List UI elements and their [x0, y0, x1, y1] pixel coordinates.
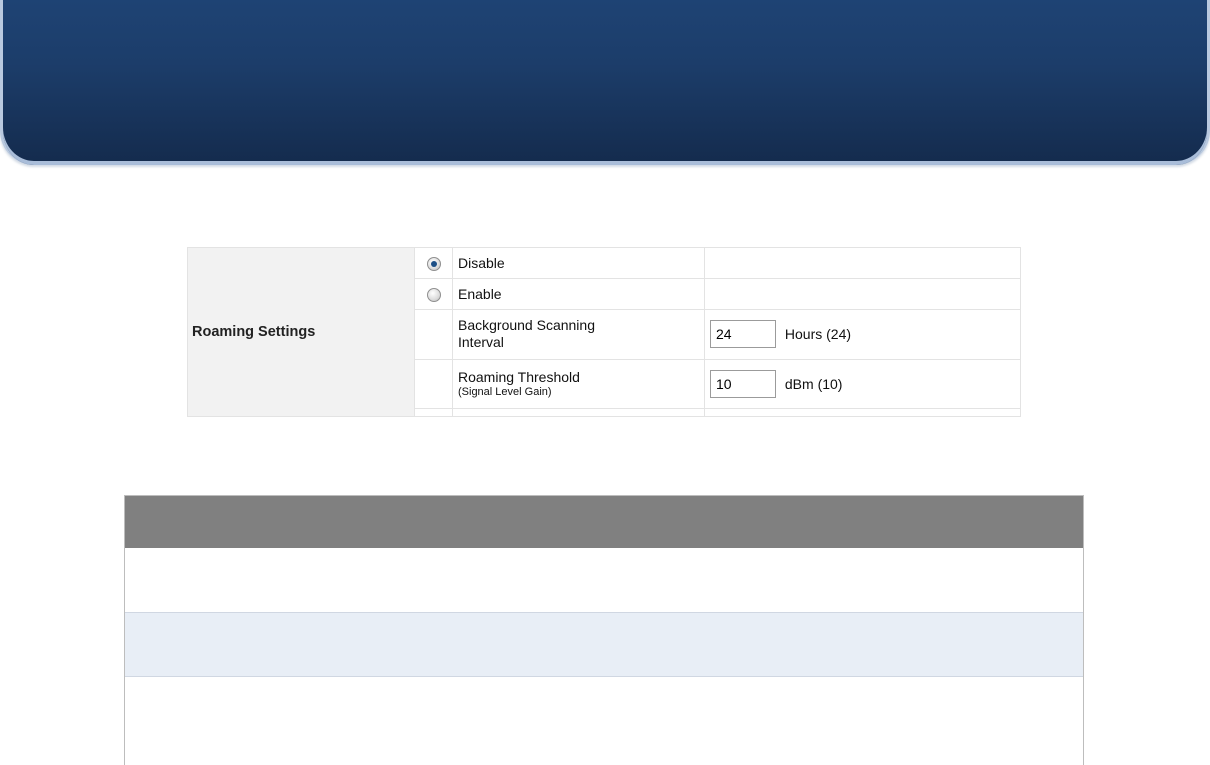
- enable-radio[interactable]: [426, 288, 441, 303]
- scan-interval-unit: Hours (24): [784, 326, 852, 343]
- roaming-settings-table: Roaming Settings Disable Enable Backgrou…: [187, 246, 1021, 418]
- scan-interval-label: Background Scanning Interval: [452, 309, 705, 360]
- table-row: [125, 612, 1083, 676]
- page: Roaming Settings Disable Enable Backgrou…: [0, 0, 1210, 765]
- option-disable-row: Roaming Settings Disable: [187, 246, 1021, 417]
- disable-radio[interactable]: [426, 257, 441, 272]
- scan-interval-input[interactable]: [710, 320, 776, 349]
- roaming-threshold-label: Roaming Threshold (Signal Level Gain): [452, 358, 705, 409]
- enable-label: Enable: [452, 278, 705, 311]
- table-row: [125, 548, 1083, 612]
- roaming-threshold-input[interactable]: [710, 369, 776, 398]
- header-banner: [0, 0, 1210, 165]
- roaming-settings-label: Roaming Settings: [187, 247, 415, 417]
- description-table: [124, 495, 1084, 765]
- roaming-threshold-unit: dBm (10): [784, 375, 843, 392]
- description-table-header: [125, 496, 1083, 548]
- disable-label: Disable: [452, 246, 705, 280]
- table-row: [125, 676, 1083, 765]
